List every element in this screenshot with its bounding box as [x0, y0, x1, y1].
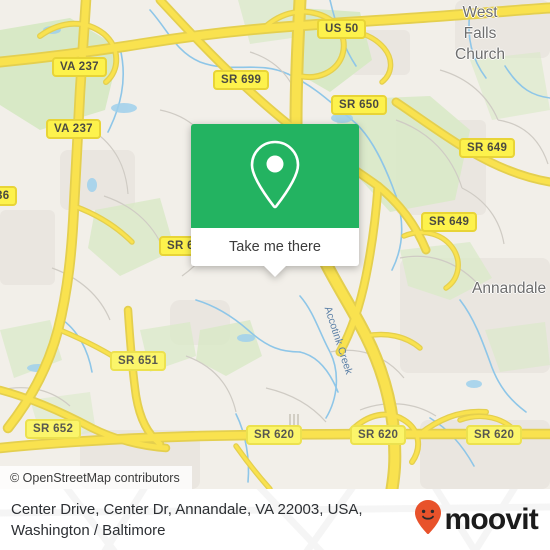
address-line-2: Washington / Baltimore — [11, 521, 166, 539]
take-me-there-label: Take me there — [229, 239, 321, 255]
road-shield: VA 237 — [52, 57, 107, 77]
road-shield: 36 — [0, 186, 18, 206]
road-shield: SR 652 — [25, 419, 82, 439]
place-label-annandale: Annandale — [472, 280, 547, 297]
road-shield: SR 649 — [421, 212, 478, 232]
popup-pointer — [264, 266, 286, 277]
road-shield: SR 620 — [466, 425, 523, 445]
road-shield: SR 620 — [350, 425, 407, 445]
road-shield: SR 620 — [246, 425, 303, 445]
road-shield: VA 237 — [46, 119, 101, 139]
take-me-there-button[interactable]: Take me there — [191, 228, 359, 266]
address-line-1: Center Drive, Center Dr, Annandale, VA 2… — [11, 500, 363, 518]
map-screenshot: VA 237 VA 237 SR 699 US 50 SR 650 SR 649… — [0, 0, 550, 550]
popup-header — [191, 124, 359, 228]
map-pin-icon — [247, 138, 303, 215]
location-address: Center Drive, Center Dr, Annandale, VA 2… — [11, 499, 363, 541]
map-attribution[interactable]: © OpenStreetMap contributors — [0, 466, 192, 489]
map-viewport[interactable]: VA 237 VA 237 SR 699 US 50 SR 650 SR 649… — [0, 0, 550, 489]
road-shield: SR 651 — [110, 351, 167, 371]
road-shield: SR 649 — [459, 138, 516, 158]
road-shield: SR 699 — [213, 70, 270, 90]
road-shield: SR 650 — [331, 95, 388, 115]
map-popup-card[interactable]: Take me there — [191, 124, 359, 277]
road-shield: US 50 — [317, 19, 367, 39]
moovit-pin-smiley-icon — [414, 499, 442, 540]
moovit-wordmark: moovit — [444, 502, 538, 536]
place-label-west-falls-church: West Falls Church — [455, 4, 505, 63]
footer-bar: Center Drive, Center Dr, Annandale, VA 2… — [0, 489, 550, 550]
moovit-logo[interactable]: moovit — [414, 499, 539, 540]
attribution-text: © OpenStreetMap contributors — [10, 470, 180, 485]
footer-content: Center Drive, Center Dr, Annandale, VA 2… — [0, 489, 550, 550]
